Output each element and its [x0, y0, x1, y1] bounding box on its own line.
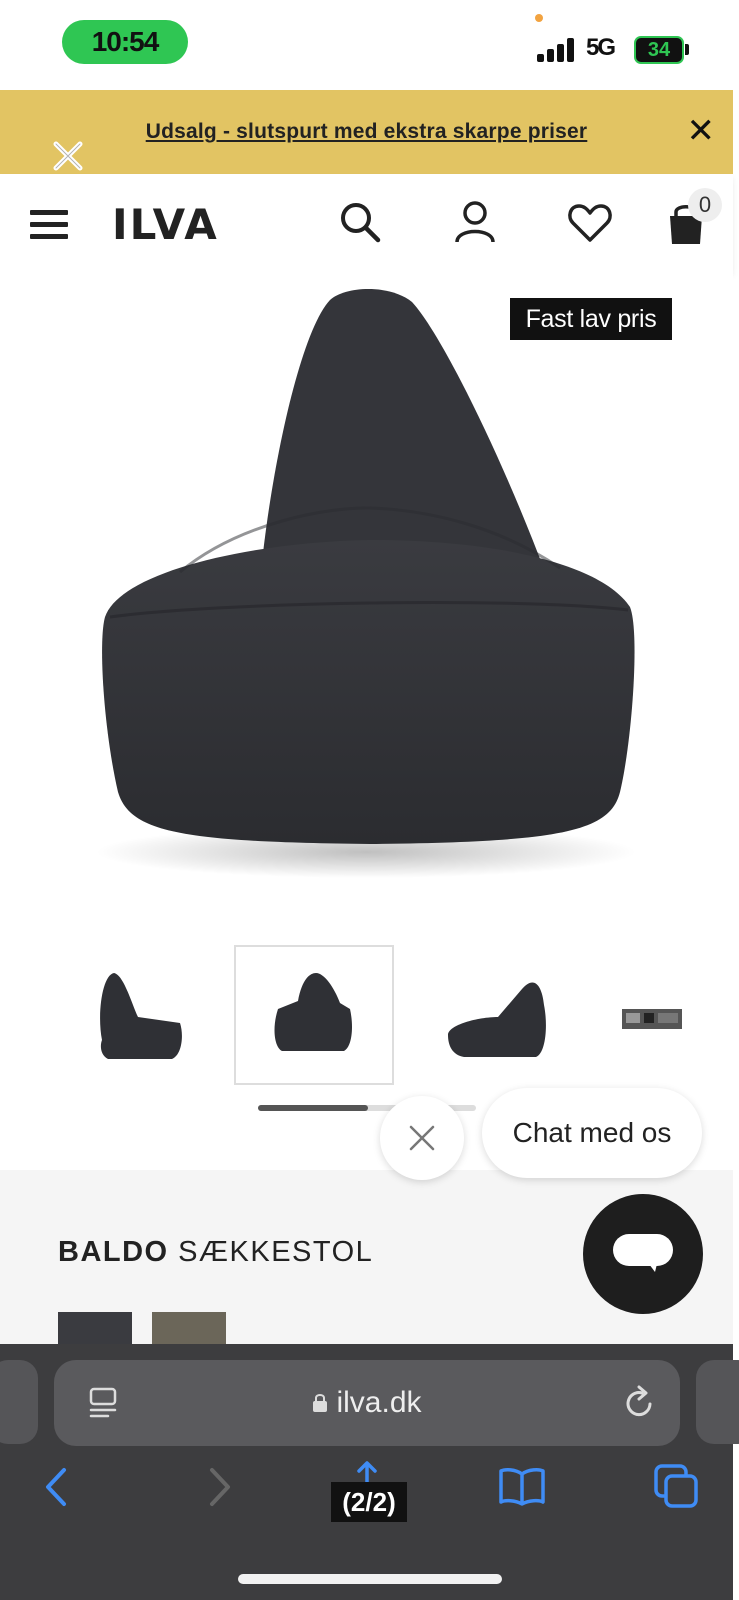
- account-icon[interactable]: [451, 198, 499, 246]
- screenshot-close-icon[interactable]: [48, 136, 88, 176]
- site-header: ILVA: [0, 174, 733, 272]
- bookmarks-icon[interactable]: [497, 1462, 547, 1512]
- chat-launcher-button[interactable]: [583, 1194, 703, 1314]
- product-type: SÆKKESTOL: [178, 1236, 374, 1268]
- previous-tab-peek[interactable]: [0, 1360, 38, 1444]
- next-tab-peek[interactable]: [696, 1360, 739, 1444]
- menu-icon[interactable]: [30, 210, 68, 240]
- close-icon: [409, 1125, 435, 1151]
- browser-toolbar: ilva.dk (2/2): [0, 1344, 739, 1600]
- product-title: BALDO SÆKKESTOL: [58, 1236, 373, 1269]
- thumbnail-1[interactable]: [62, 945, 222, 1085]
- thumbnail-3[interactable]: [438, 945, 598, 1085]
- url-display[interactable]: ilva.dk: [54, 1386, 680, 1420]
- thumbnail-2-active[interactable]: [234, 945, 394, 1085]
- cart-count-badge: 0: [688, 188, 722, 222]
- status-time[interactable]: 10:54: [62, 20, 188, 64]
- site-logo[interactable]: ILVA: [112, 200, 219, 249]
- url-text: ilva.dk: [336, 1386, 422, 1419]
- color-swatch-charcoal[interactable]: [58, 1312, 132, 1344]
- status-bar: 10:54 5G 34: [0, 0, 739, 88]
- home-indicator[interactable]: [238, 1574, 502, 1584]
- banner-close-icon[interactable]: ✕: [687, 114, 716, 148]
- product-image-area[interactable]: [0, 272, 733, 912]
- product-image[interactable]: [0, 272, 733, 912]
- cellular-signal-icon: [537, 38, 577, 62]
- promo-banner-link[interactable]: Udsalg - slutspurt med ekstra skarpe pri…: [0, 120, 733, 144]
- lock-icon: [313, 1394, 328, 1412]
- heart-icon[interactable]: [566, 198, 614, 246]
- battery-level: 34: [647, 38, 671, 61]
- thumbnail-strip: [0, 945, 733, 1085]
- price-badge: Fast lav pris: [510, 298, 672, 340]
- page-counter-label: (2/2): [331, 1482, 407, 1522]
- carousel-scrollbar-thumb[interactable]: [258, 1105, 368, 1111]
- chat-prompt[interactable]: Chat med os: [482, 1088, 702, 1178]
- back-icon[interactable]: [34, 1462, 84, 1512]
- search-icon[interactable]: [336, 198, 384, 246]
- reload-icon[interactable]: [622, 1384, 658, 1422]
- thumbnail-4[interactable]: [610, 945, 739, 1085]
- privacy-indicator-dot: [535, 14, 543, 22]
- promo-banner: Udsalg - slutspurt med ekstra skarpe pri…: [0, 90, 733, 174]
- color-swatch-olive[interactable]: [152, 1312, 226, 1344]
- battery-icon: 34: [634, 36, 684, 64]
- forward-icon[interactable]: [192, 1462, 242, 1512]
- tabs-icon[interactable]: [652, 1462, 702, 1512]
- battery-tip: [685, 44, 689, 55]
- network-type: 5G: [586, 34, 616, 61]
- chat-dismiss-button[interactable]: [380, 1096, 464, 1180]
- address-bar[interactable]: ilva.dk: [54, 1360, 680, 1446]
- chat-icon: [613, 1234, 673, 1272]
- product-brand: BALDO: [58, 1236, 169, 1268]
